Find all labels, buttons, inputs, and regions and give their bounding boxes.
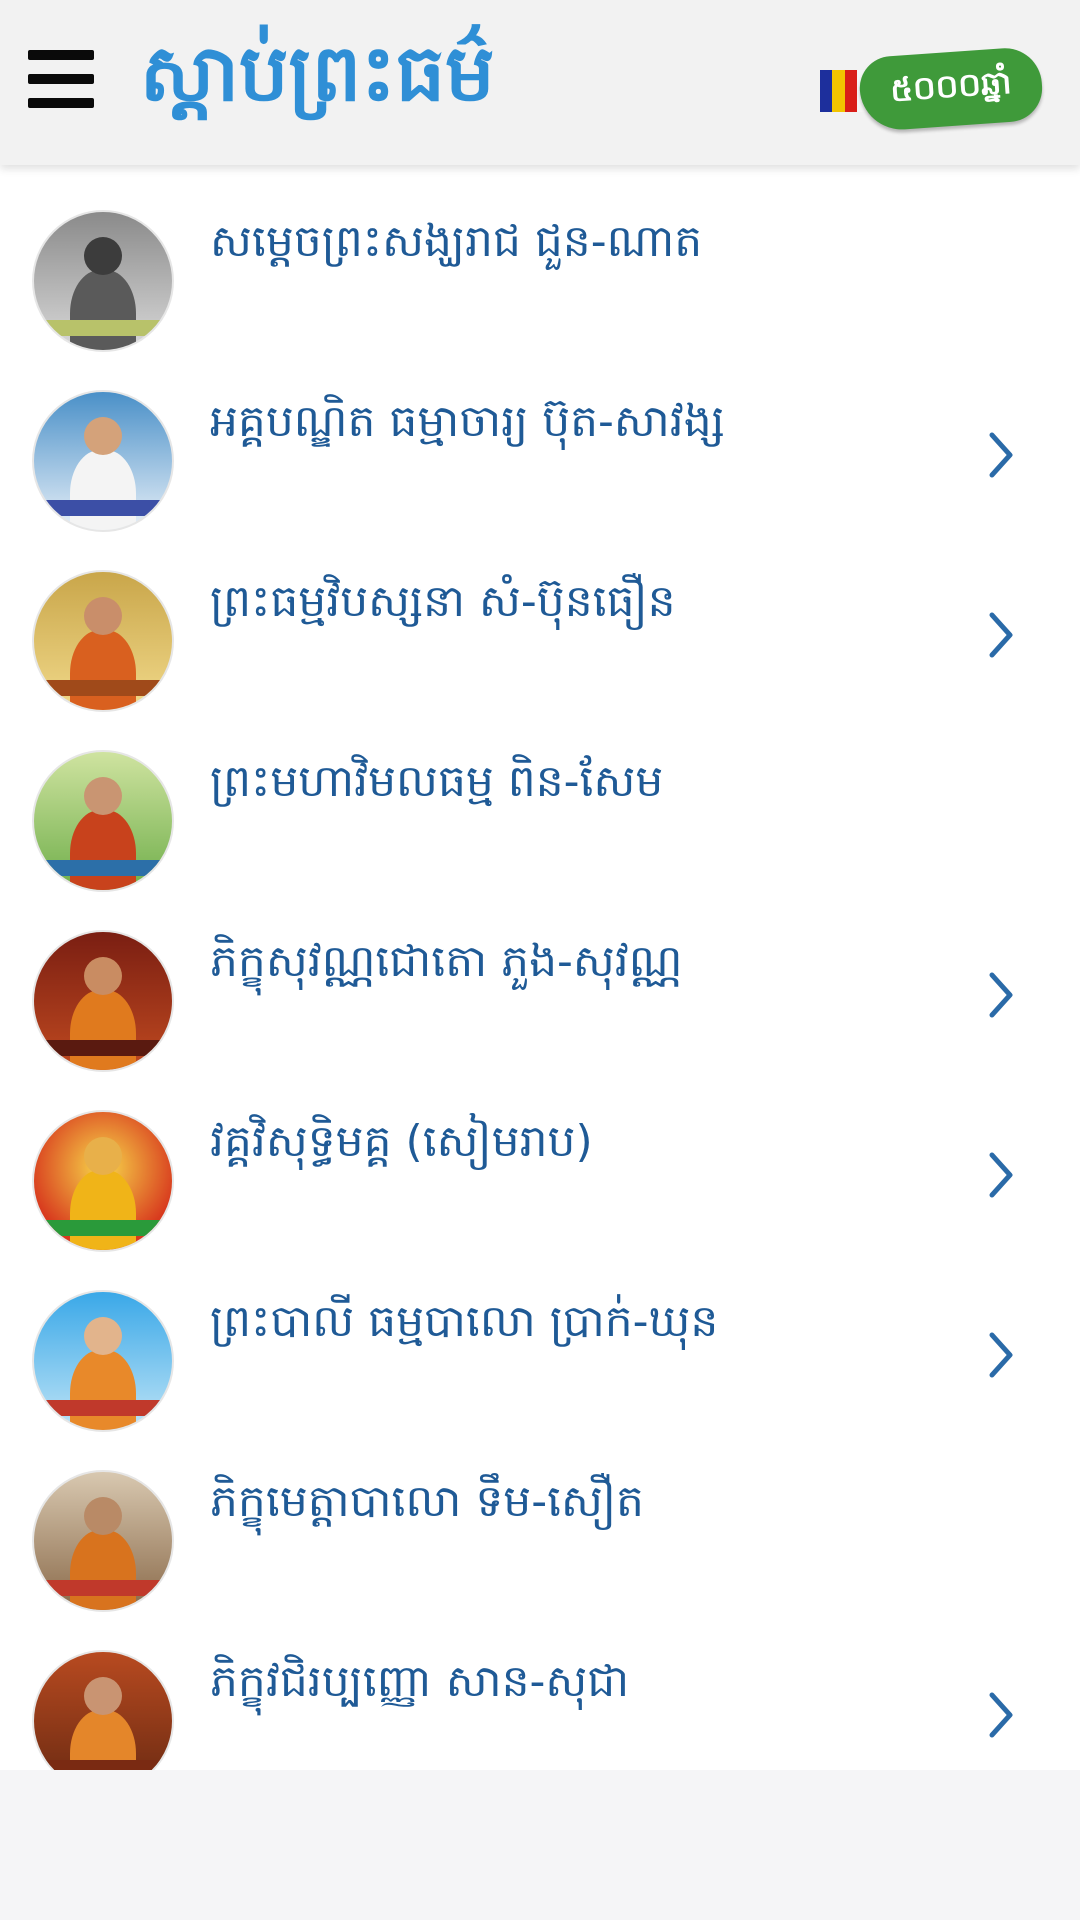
list-item-label: ភិក្ខុសុវណ្ណជោតោ ភួង-សុវណ្ណ — [210, 936, 683, 987]
list-item-label: ព្រះបាលី ធម្មបាលោ ប្រាក់-ឃុន — [210, 1296, 719, 1347]
chevron-right-icon — [989, 1332, 1013, 1378]
list-item-label: វគ្គវិសុទ្ធិមគ្គ (សៀមរាប) — [210, 1116, 593, 1167]
teacher-avatar — [32, 210, 174, 352]
teacher-avatar — [32, 1290, 174, 1432]
chevron-right-icon — [989, 612, 1013, 658]
list-item[interactable]: អគ្គបណ្ឌិត ធម្មាចារ្យ ប៊ុត-សាវង្ស — [0, 345, 1080, 532]
teacher-avatar — [32, 930, 174, 1072]
teacher-avatar — [32, 390, 174, 532]
list-item-label: សម្ដេចព្រះសង្ឃរាជ ជួន-ណាត — [210, 216, 703, 267]
list-item[interactable]: ភិក្ខុវជិរប្បញ្ញោ សាន-សុជា — [0, 1605, 1080, 1770]
app-title: ស្ដាប់ព្រះធម៌ — [140, 29, 495, 119]
chevron-right-icon — [989, 1692, 1013, 1738]
app-header: ស្ដាប់ព្រះធម៌ ៥០០០ឆ្នាំ — [0, 0, 1080, 165]
list-item[interactable]: ភិក្ខុមេត្តាបាលោ ទឹម-សឿត — [0, 1425, 1080, 1612]
teacher-avatar — [32, 1650, 174, 1770]
badge-label: ៥០០០ឆ្នាំ — [857, 45, 1045, 133]
teacher-avatar — [32, 1110, 174, 1252]
list-item-label: ព្រះមហាវិមលធម្ម ពិន-សែម — [210, 756, 664, 807]
list-item-label: ភិក្ខុវជិរប្បញ្ញោ សាន-សុជា — [210, 1656, 630, 1707]
hamburger-menu-icon[interactable] — [28, 50, 94, 108]
list-item[interactable]: ព្រះមហាវិមលធម្ម ពិន-សែម — [0, 705, 1080, 892]
list-item-label: ព្រះធម្មវិបស្សនា សំ-ប៊ុនធឿន — [210, 576, 676, 627]
list-item[interactable]: វគ្គវិសុទ្ធិមគ្គ (សៀមរាប) — [0, 1065, 1080, 1252]
buddhism-5000-years-badge[interactable]: ៥០០០ឆ្នាំ — [820, 45, 1045, 133]
list-item-label: ភិក្ខុមេត្តាបាលោ ទឹម-សឿត — [210, 1476, 644, 1527]
list-item[interactable]: សម្ដេចព្រះសង្ឃរាជ ជួន-ណាត — [0, 165, 1080, 352]
teacher-avatar — [32, 750, 174, 892]
teacher-avatar — [32, 570, 174, 712]
chevron-right-icon — [989, 972, 1013, 1018]
list-item[interactable]: ភិក្ខុសុវណ្ណជោតោ ភួង-សុវណ្ណ — [0, 885, 1080, 1072]
teacher-avatar — [32, 1470, 174, 1612]
list-item[interactable]: ព្រះធម្មវិបស្សនា សំ-ប៊ុនធឿន — [0, 525, 1080, 712]
chevron-right-icon — [989, 1152, 1013, 1198]
list-item[interactable]: ព្រះបាលី ធម្មបាលោ ប្រាក់-ឃុន — [0, 1245, 1080, 1432]
chevron-right-icon — [989, 432, 1013, 478]
list-item-label: អគ្គបណ្ឌិត ធម្មាចារ្យ ប៊ុត-សាវង្ស — [210, 396, 725, 447]
teacher-list: សម្ដេចព្រះសង្ឃរាជ ជួន-ណាត អគ្គបណ្ឌិត ធម្… — [0, 165, 1080, 1770]
